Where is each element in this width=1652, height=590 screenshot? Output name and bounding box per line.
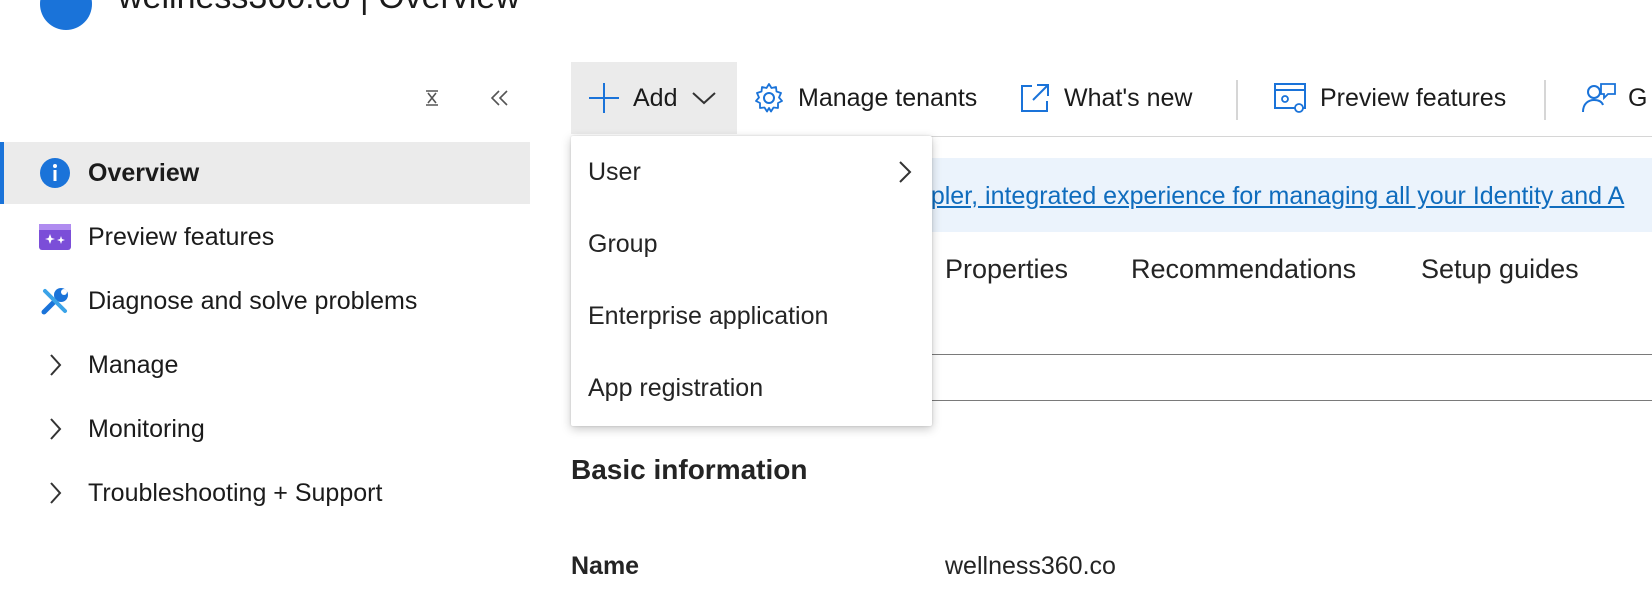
feedback-label: G [1628, 83, 1648, 112]
add-label: Add [633, 83, 678, 112]
preview-features-label: Preview features [1320, 83, 1507, 112]
chevron-right-icon [38, 412, 72, 446]
add-button[interactable]: Add [571, 62, 737, 134]
menu-item-app-registration[interactable]: App registration [571, 352, 932, 424]
preview-settings-icon [1272, 79, 1310, 117]
name-value: wellness360.co [945, 552, 1116, 580]
menu-item-label: App registration [588, 373, 764, 402]
manage-tenants-button[interactable]: Manage tenants [750, 62, 977, 134]
search-input[interactable] [910, 354, 1652, 401]
chevron-right-icon [896, 158, 914, 186]
sidebar-item-diagnose[interactable]: Diagnose and solve problems [0, 270, 530, 332]
menu-item-user[interactable]: User [571, 136, 932, 208]
sidebar-item-label: Monitoring [88, 414, 205, 443]
sidebar-item-preview-features[interactable]: Preview features [0, 206, 530, 268]
feedback-button[interactable]: G [1580, 62, 1647, 134]
info-banner: mpler, integrated experience for managin… [910, 158, 1652, 232]
chevron-right-icon [38, 476, 72, 510]
gear-icon [750, 79, 788, 117]
add-dropdown-menu: User Group Enterprise application App re… [571, 136, 932, 426]
menu-item-label: Group [588, 229, 658, 258]
sidebar-item-monitoring[interactable]: Monitoring [0, 398, 530, 460]
sidebar-item-overview[interactable]: Overview [0, 142, 530, 204]
manage-tenants-label: Manage tenants [798, 83, 978, 112]
menu-item-label: Enterprise application [588, 301, 829, 330]
name-label: Name [571, 552, 640, 580]
tab-recommendations[interactable]: Recommendations [1131, 254, 1356, 285]
sidebar-item-label: Diagnose and solve problems [88, 286, 418, 315]
close-icon[interactable] [420, 86, 444, 110]
open-external-icon [1016, 79, 1054, 117]
menu-item-label: User [588, 157, 641, 186]
plus-icon [585, 79, 623, 117]
toolbar-divider [1544, 80, 1546, 120]
page-title: wellness360.co | Overview [118, 0, 520, 17]
sidebar-item-manage[interactable]: Manage [0, 334, 530, 396]
sidebar-item-label: Manage [88, 350, 179, 379]
whats-new-label: What's new [1064, 83, 1193, 112]
chevron-right-icon [38, 348, 72, 382]
directory-info-icon [40, 0, 92, 30]
banner-link[interactable]: mpler, integrated experience for managin… [910, 182, 1624, 211]
tab-properties[interactable]: Properties [945, 254, 1068, 285]
toolbar-divider [1236, 80, 1238, 120]
toolbar-divider-line [910, 136, 1652, 137]
sidebar-item-troubleshooting[interactable]: Troubleshooting + Support [0, 462, 530, 524]
sidebar-item-label: Preview features [88, 222, 275, 251]
tab-setup-guides[interactable]: Setup guides [1421, 254, 1579, 285]
preview-features-icon [38, 220, 72, 254]
person-feedback-icon [1580, 79, 1618, 117]
preview-features-button[interactable]: Preview features [1272, 62, 1506, 134]
wrench-icon [38, 284, 72, 318]
info-icon [38, 156, 72, 190]
menu-item-enterprise-application[interactable]: Enterprise application [571, 280, 932, 352]
sidebar-item-label: Troubleshooting + Support [88, 478, 383, 507]
chevron-down-icon [691, 89, 717, 107]
menu-item-group[interactable]: Group [571, 208, 932, 280]
section-title: Basic information [571, 454, 808, 485]
double-chevron-left-icon[interactable] [488, 86, 512, 110]
sidebar-item-label: Overview [88, 158, 200, 187]
whats-new-button[interactable]: What's new [1016, 62, 1192, 134]
